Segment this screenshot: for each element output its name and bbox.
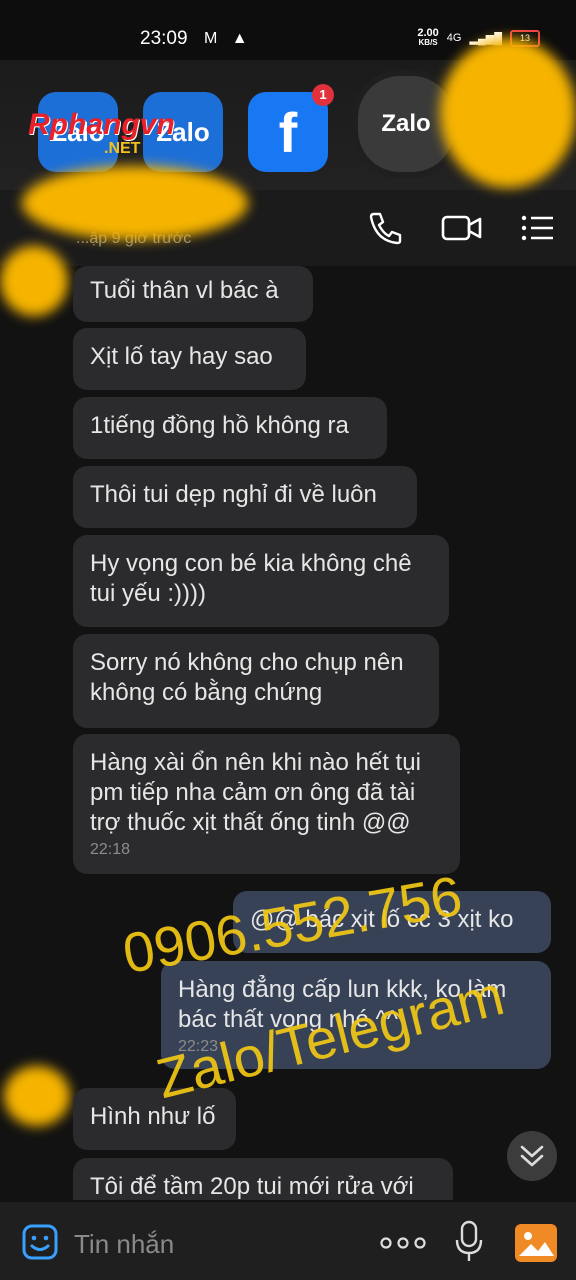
more-options-button[interactable]	[380, 1236, 426, 1250]
message-composer	[0, 1202, 576, 1280]
message-bubble[interactable]: Hàng xài ổn nên khi nào hết tụi pm tiếp …	[73, 734, 460, 874]
message-bubble[interactable]: Tôi để tầm 20p tui mới rửa với	[73, 1158, 453, 1200]
sticker-button[interactable]	[22, 1224, 58, 1260]
message-timestamp: 22:18	[90, 841, 131, 858]
message-text: Xịt lố tay hay sao	[90, 343, 273, 370]
message-text: Hy vọng con bé kia không chê tui yếu :))…	[90, 550, 412, 607]
network-type: 4G	[446, 32, 462, 44]
scroll-to-bottom-button[interactable]	[507, 1131, 557, 1181]
message-bubble[interactable]: Xịt lố tay hay sao	[73, 328, 306, 390]
message-bubble[interactable]: 1tiếng đồng hồ không ra	[73, 397, 387, 459]
message-bubble[interactable]: Hy vọng con bé kia không chê tui yếu :))…	[73, 535, 449, 627]
message-text: Sorry nó không cho chụp nên không có bằn…	[90, 649, 404, 706]
video-camera-icon	[441, 215, 482, 241]
list-menu-icon	[521, 215, 553, 241]
gmail-icon: M	[204, 30, 218, 47]
more-dots-icon	[380, 1237, 426, 1249]
message-text: Tôi để tầm 20p tui mới rửa với	[90, 1173, 414, 1200]
message-text: Thôi tui dẹp nghỉ đi về luôn	[90, 481, 377, 508]
message-input[interactable]	[74, 1226, 334, 1262]
message-bubble[interactable]: Tuổi thân vl bác à	[73, 266, 313, 322]
message-text: 1tiếng đồng hồ không ra	[90, 412, 349, 439]
notification-badge: 1	[312, 84, 334, 106]
send-image-button[interactable]	[515, 1224, 557, 1262]
double-chevron-down-icon	[520, 1145, 544, 1167]
net-speed-value: 2.00	[417, 27, 439, 39]
message-text: Hình như lố	[90, 1103, 216, 1130]
clock: 23:09	[140, 28, 188, 49]
message-text: Tuổi thân vl bác à	[90, 277, 279, 304]
warning-icon: ▲	[231, 30, 248, 47]
video-call-button[interactable]	[440, 208, 482, 248]
censor-blob	[22, 166, 248, 240]
image-icon	[519, 1232, 554, 1256]
network-speed: 2.00 KB/S	[417, 28, 438, 48]
notification-icons: M ▲	[204, 30, 248, 48]
voice-message-button[interactable]	[454, 1220, 484, 1264]
chat-menu-button[interactable]	[518, 208, 558, 248]
site-logo-tld: .NET	[104, 140, 141, 157]
sticker-smile-icon	[22, 1224, 58, 1260]
phone-icon	[369, 212, 402, 245]
call-button[interactable]	[366, 208, 406, 248]
facebook-icon: f	[278, 100, 298, 164]
message-text: Hàng xài ổn nên khi nào hết tụi pm tiếp …	[90, 749, 421, 836]
censor-blob	[440, 38, 576, 188]
net-speed-unit: KB/S	[418, 38, 438, 47]
site-logo: Rphangvn	[28, 108, 175, 141]
microphone-icon	[455, 1220, 483, 1261]
message-bubble[interactable]: Thôi tui dẹp nghỉ đi về luôn	[73, 466, 417, 528]
facebook-app-icon[interactable]: f 1	[248, 84, 334, 172]
message-bubble[interactable]: Sorry nó không cho chụp nên không có bằn…	[73, 634, 439, 728]
